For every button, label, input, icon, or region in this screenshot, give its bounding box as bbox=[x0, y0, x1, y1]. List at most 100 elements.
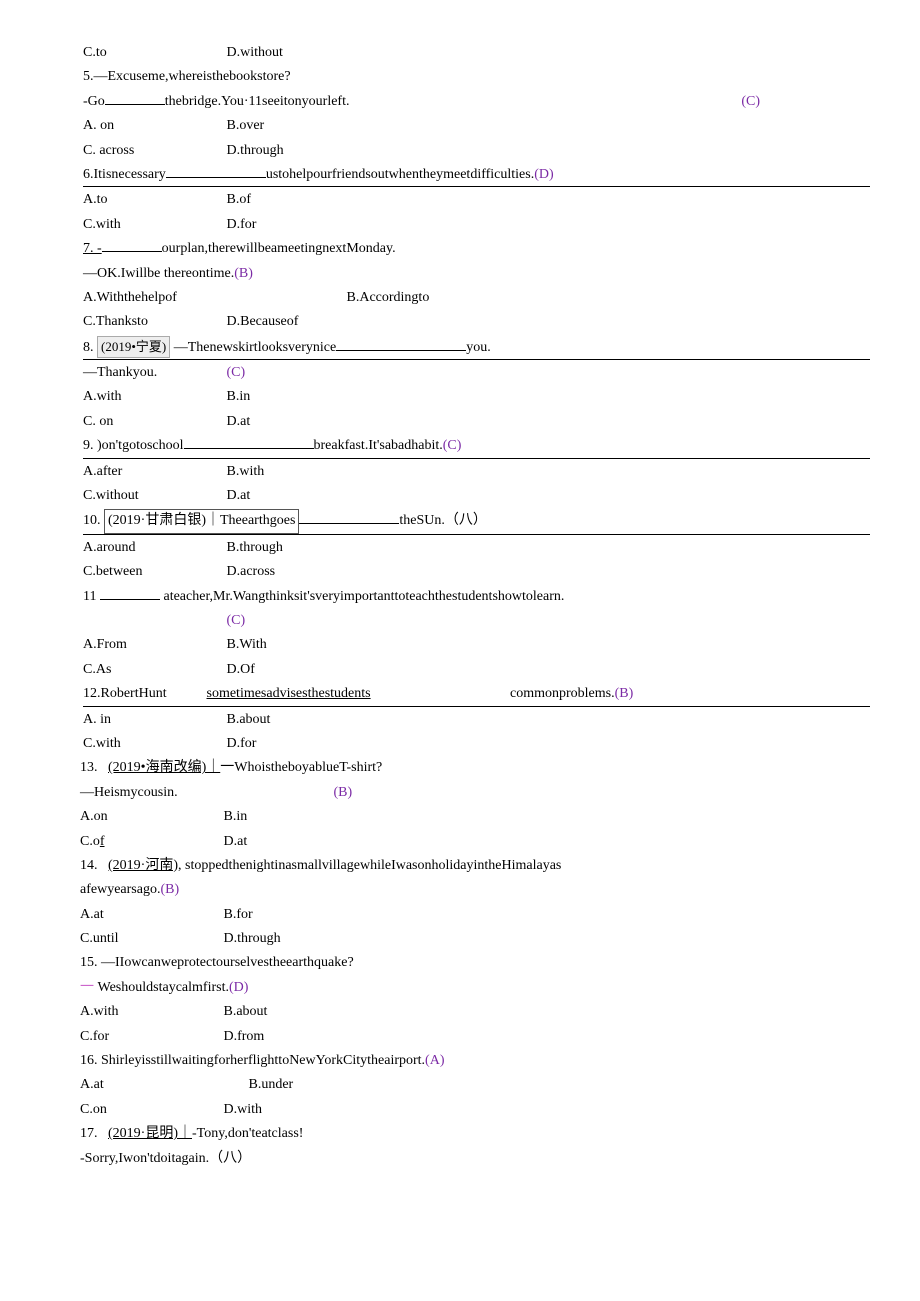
q13-text2: —Heismycousin. bbox=[80, 782, 330, 804]
q14-text: stoppedthenightinasmallvillagewhileIwaso… bbox=[185, 858, 561, 873]
q8-ab: A.with B.in bbox=[83, 386, 870, 408]
q13-num: 13. bbox=[80, 760, 98, 775]
q16-a: A.at bbox=[80, 1074, 245, 1096]
q8-c: C. on bbox=[83, 411, 223, 433]
q13-answer: (B) bbox=[334, 785, 353, 800]
q5-c: C. across bbox=[83, 140, 223, 162]
q14-ab: A.at B.for bbox=[80, 904, 870, 926]
q10-c: C.between bbox=[83, 561, 223, 583]
q8-a: A.with bbox=[83, 386, 223, 408]
q13-tag: (2019•海南改编)｜ bbox=[108, 760, 220, 775]
q11-ab: A.From B.With bbox=[83, 634, 870, 656]
q13-b: B.in bbox=[224, 809, 248, 824]
q8-stem: 8. (2019•宁夏) —Thenewskirtlooksveryniceyo… bbox=[83, 336, 870, 360]
q12-answer: (B) bbox=[615, 686, 634, 701]
q11-text: ateacher,Mr.Wangthinksit'sveryimportantt… bbox=[163, 589, 564, 604]
q16-text: 16. ShirleyisstillwaitingforherflighttoN… bbox=[80, 1053, 425, 1068]
q7-b: B.Accordingto bbox=[347, 290, 430, 305]
q5-line2: -Gothebridge.You·11seeitonyourleft. (C) bbox=[83, 91, 870, 113]
q11-stem: 11 ateacher,Mr.Wangthinksit'sveryimporta… bbox=[83, 586, 870, 608]
q6-c: C.with bbox=[83, 214, 223, 236]
q17-stem: 17. (2019·昆明)｜-Tony,don'teatclass! bbox=[80, 1123, 870, 1145]
q7-text1: 7. - bbox=[83, 241, 102, 256]
q8-line2: —Thankyou. (C) bbox=[83, 362, 870, 384]
q7-line2: —OK.Iwillbe thereontime.(B) bbox=[83, 263, 870, 285]
q14-b: B.for bbox=[224, 907, 253, 922]
q7-c: C.Thanksto bbox=[83, 311, 223, 333]
q11-ans-row: (C) bbox=[83, 610, 870, 632]
q5-answer: (C) bbox=[741, 91, 760, 113]
q6-ab: A.to B.of bbox=[83, 189, 870, 211]
blank bbox=[336, 339, 466, 351]
q15-a: A.with bbox=[80, 1001, 220, 1023]
q6-a: A.to bbox=[83, 189, 223, 211]
q13-ab: A.on B.in bbox=[80, 806, 870, 828]
q9-text1: 9. )on'tgotoschool bbox=[83, 438, 184, 453]
q14-cd: C.until D.through bbox=[80, 928, 870, 950]
q14-d: D.through bbox=[224, 931, 281, 946]
q9-d: D.at bbox=[227, 488, 251, 503]
blank bbox=[166, 166, 266, 178]
q12-text3: commonproblems. bbox=[510, 686, 615, 701]
q17-answer: （八） bbox=[209, 1151, 251, 1166]
q15-line2: 一 Weshouldstaycalmfirst.(D) bbox=[80, 977, 870, 999]
q9-ab: A.after B.with bbox=[83, 461, 870, 483]
q8-text1: —Thenewskirtlooksverynice bbox=[174, 340, 337, 355]
q9-text2: breakfast.It'sabadhabit. bbox=[314, 438, 443, 453]
q4-opt-d: D.without bbox=[227, 45, 283, 60]
q14-num: 14. bbox=[80, 858, 98, 873]
blank bbox=[299, 512, 399, 524]
q6-answer: (D) bbox=[534, 167, 553, 182]
q15-ab: A.with B.about bbox=[80, 1001, 870, 1023]
q7-stem: 7. - ourplan,therewillbeameetingnextMonda… bbox=[83, 238, 870, 260]
q15-d: D.from bbox=[224, 1029, 265, 1044]
q5-a: A. on bbox=[83, 115, 223, 137]
q8-cd: C. on D.at bbox=[83, 411, 870, 433]
q12-text2: sometimesadvisesthestudents bbox=[207, 683, 507, 705]
q12-stem: 12.RobertHunt sometimesadvisesthestudent… bbox=[83, 683, 870, 706]
q15-b: B.about bbox=[224, 1004, 268, 1019]
q10-stem: 10. (2019·甘肃白银)｜TheearthgoestheSUn.（八） bbox=[83, 509, 870, 534]
q9-b: B.with bbox=[227, 464, 265, 479]
q14-c: C.until bbox=[80, 928, 220, 950]
q11-answer: (C) bbox=[227, 613, 246, 628]
q8-d: D.at bbox=[227, 414, 251, 429]
q10-a: A.around bbox=[83, 537, 223, 559]
q11-a: A.From bbox=[83, 634, 223, 656]
q8-b: B.in bbox=[227, 389, 251, 404]
q10-answer: （八） bbox=[445, 513, 487, 528]
q14-line2: afewyearsago.(B) bbox=[80, 879, 870, 901]
q16-ab: A.at B.under bbox=[80, 1074, 870, 1096]
q14-a: A.at bbox=[80, 904, 220, 926]
q9-c: C.without bbox=[83, 485, 223, 507]
q6-stem: 6.Itisnecessaryustohelpourfriendsoutwhen… bbox=[83, 164, 870, 187]
blank bbox=[105, 93, 165, 105]
q8-num: 8. bbox=[83, 340, 94, 355]
q14-tag: (2019·河南), bbox=[108, 858, 182, 873]
q11-c: C.As bbox=[83, 659, 223, 681]
blank bbox=[100, 588, 160, 600]
q5-line1: 5.—Excuseme,whereisthebookstore? bbox=[83, 66, 870, 88]
q14-answer: (B) bbox=[160, 882, 179, 897]
q7-text2: ourplan,therewillbeameetingnextMonday. bbox=[162, 241, 396, 256]
q4-opt-c: C.to bbox=[83, 42, 223, 64]
q12-ab: A. in B.about bbox=[83, 709, 870, 731]
q13-text: 一WhoistheboyablueT-shirt? bbox=[220, 760, 382, 775]
q14-text2: afewyearsago. bbox=[80, 882, 160, 897]
q5-ab: A. on B.over bbox=[83, 115, 870, 137]
q11-b: B.With bbox=[227, 637, 267, 652]
q12-d: D.for bbox=[227, 736, 257, 751]
q13-c: C.of bbox=[80, 831, 220, 853]
q8-text3: —Thankyou. bbox=[83, 362, 223, 384]
q6-text2: ustohelpourfriendsoutwhentheymeetdifficu… bbox=[266, 167, 534, 182]
q10-num: 10. bbox=[83, 513, 101, 528]
q9-answer: (C) bbox=[443, 438, 462, 453]
q13-a: A.on bbox=[80, 806, 220, 828]
q17-text: -Tony,don'teatclass! bbox=[192, 1126, 303, 1141]
q17-line2: -Sorry,Iwon'tdoitagain.（八） bbox=[80, 1148, 870, 1170]
q12-a: A. in bbox=[83, 709, 223, 731]
q16-c: C.on bbox=[80, 1099, 220, 1121]
q11-d: D.Of bbox=[227, 662, 255, 677]
q4-options-cd: C.to D.without bbox=[83, 42, 870, 64]
q15-cd: C.for D.from bbox=[80, 1026, 870, 1048]
